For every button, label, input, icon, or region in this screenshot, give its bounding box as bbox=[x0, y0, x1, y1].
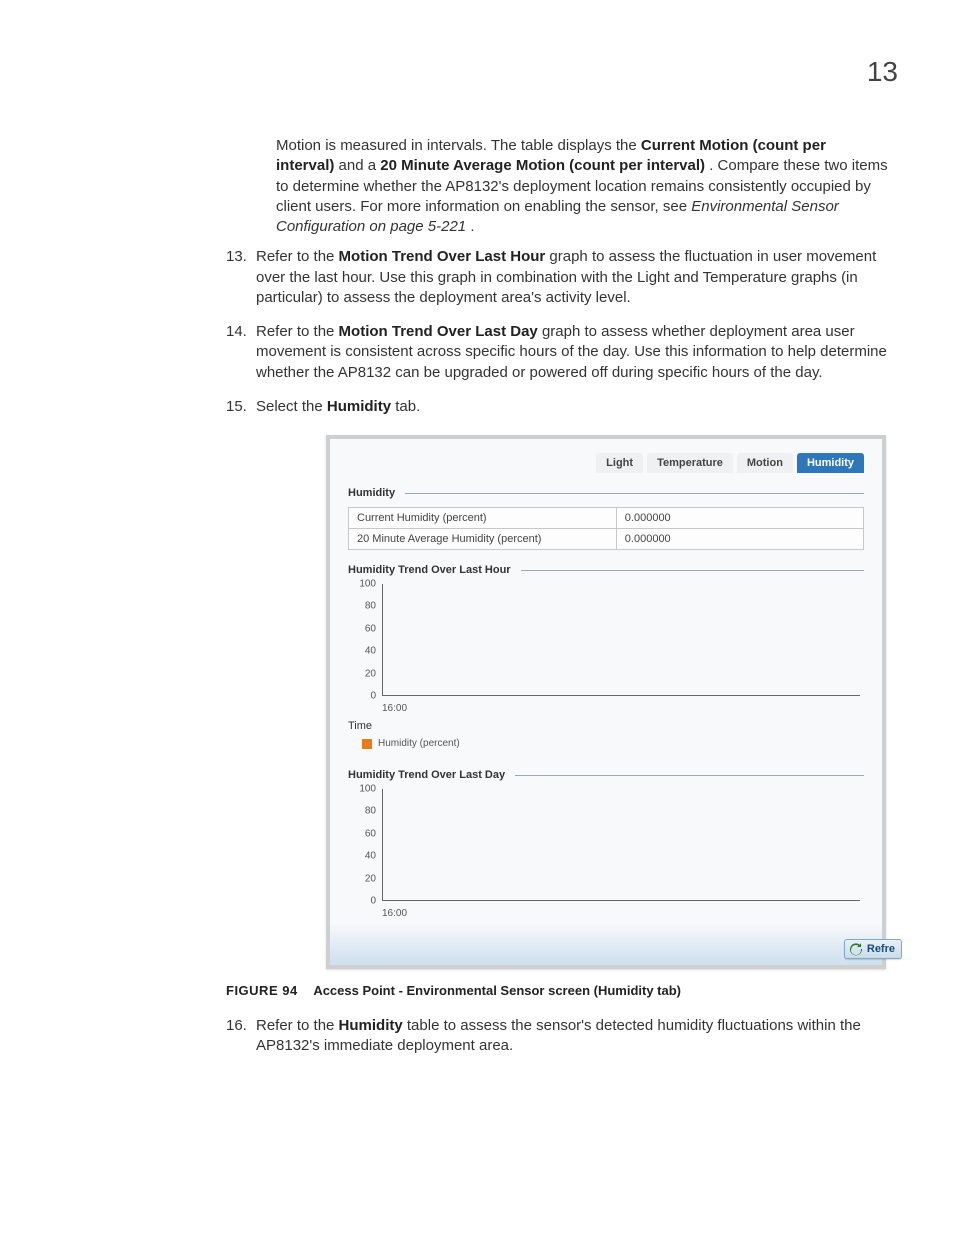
table-row: 20 Minute Average Humidity (percent) 0.0… bbox=[349, 529, 864, 550]
hour-chart-legend: Humidity (percent) bbox=[362, 738, 864, 749]
day-trend-chart: 100 80 60 40 20 0 16:00 bbox=[348, 789, 864, 919]
environmental-sensor-panel: Light Temperature Motion Humidity Humidi… bbox=[326, 435, 886, 969]
hour-trend-chart: 100 80 60 40 20 0 16:00 bbox=[348, 584, 864, 714]
hour-trend-title: Humidity Trend Over Last Hour bbox=[348, 564, 864, 576]
step-13: 13. Refer to the Motion Trend Over Last … bbox=[226, 247, 888, 308]
step-16: 16. Refer to the Humidity table to asses… bbox=[226, 1016, 888, 1057]
legend-swatch-icon bbox=[362, 739, 372, 749]
day-trend-title: Humidity Trend Over Last Day bbox=[348, 769, 864, 781]
page-number: 13 bbox=[867, 56, 898, 88]
refresh-button[interactable]: Refre bbox=[844, 939, 902, 959]
tab-humidity[interactable]: Humidity bbox=[797, 453, 864, 473]
humidity-table: Current Humidity (percent) 0.000000 20 M… bbox=[348, 507, 864, 550]
tab-light[interactable]: Light bbox=[596, 453, 643, 473]
intro-paragraph: Motion is measured in intervals. The tab… bbox=[276, 136, 888, 237]
table-row: Current Humidity (percent) 0.000000 bbox=[349, 508, 864, 529]
sensor-tabbar: Light Temperature Motion Humidity bbox=[348, 453, 864, 473]
step-15: 15. Select the Humidity tab. bbox=[226, 397, 888, 417]
humidity-section-title: Humidity bbox=[348, 487, 864, 499]
refresh-icon bbox=[849, 943, 863, 957]
tab-temperature[interactable]: Temperature bbox=[647, 453, 733, 473]
step-14: 14. Refer to the Motion Trend Over Last … bbox=[226, 322, 888, 383]
figure-caption: FIGURE 94 Access Point - Environmental S… bbox=[226, 983, 898, 998]
tab-motion[interactable]: Motion bbox=[737, 453, 793, 473]
hour-chart-xlabel: Time bbox=[348, 720, 864, 732]
